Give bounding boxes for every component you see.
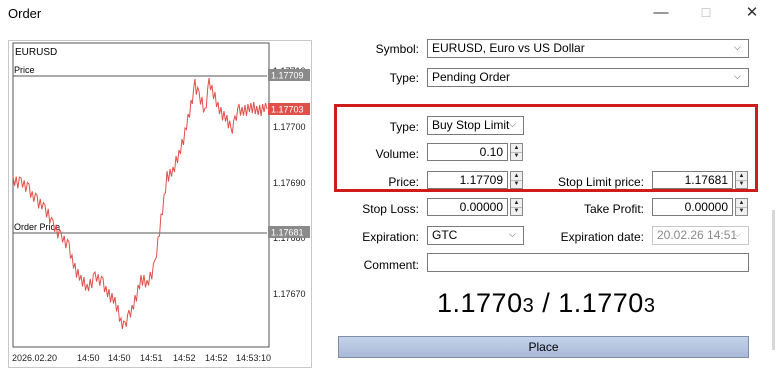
type-label: Type:	[389, 71, 419, 85]
price-label: Price:	[388, 175, 419, 189]
x-tick: 14:53:10	[236, 353, 271, 363]
chevron-down-icon: ⌵	[734, 229, 741, 239]
current-price-tag: 1.17703	[271, 105, 304, 115]
plot-frame	[12, 42, 270, 348]
price-series-line	[12, 77, 268, 330]
x-tick: 2026.02.20	[12, 353, 57, 363]
expiration-date-label: Expiration date:	[560, 230, 644, 244]
comment-input[interactable]	[427, 253, 749, 272]
price-stepper[interactable]: ▲ ▼	[510, 171, 523, 189]
expiration-label: Expiration:	[362, 230, 419, 244]
order-price-tag: 1.17681	[271, 228, 304, 238]
window-title: Order	[8, 6, 42, 21]
stop-limit-price-input[interactable]: 1.17681	[652, 171, 733, 189]
volume-label: Volume:	[375, 147, 419, 161]
symbol-select[interactable]: EURUSD, Euro vs US Dollar ⌵	[427, 39, 749, 58]
stepper-down-icon[interactable]: ▼	[511, 152, 522, 160]
expiration-date-value: 20.02.26 14:51	[657, 228, 738, 242]
chart-svg: EURUSD Price Order Price 1.17710 1.17700…	[12, 42, 310, 363]
y-tick: 1.17700	[273, 122, 306, 132]
price-input[interactable]: 1.17709	[427, 171, 508, 189]
x-tick: 14:52	[205, 353, 228, 363]
title-bar: Order — ☐ ✕	[0, 0, 776, 28]
place-button[interactable]: Place	[338, 336, 749, 358]
quote-separator: /	[534, 288, 559, 318]
take-profit-stepper[interactable]: ▲ ▼	[735, 198, 748, 216]
stop-limit-price-label: Stop Limit price:	[557, 175, 644, 189]
stepper-down-icon[interactable]: ▼	[736, 180, 747, 188]
expiration-select[interactable]: GTC ⌵	[427, 226, 524, 245]
stop-loss-label: Stop Loss:	[362, 202, 419, 216]
type-value: Pending Order	[432, 70, 511, 84]
stop-loss-stepper[interactable]: ▲ ▼	[510, 198, 523, 216]
price-chart: EURUSD Price Order Price 1.17710 1.17700…	[8, 40, 312, 368]
bid-price-pip: 3	[522, 295, 535, 317]
chart-symbol: EURUSD	[15, 47, 57, 58]
order-type-value: Buy Stop Limit	[432, 118, 510, 132]
x-tick: 14:50	[77, 353, 100, 363]
order-type-select[interactable]: Buy Stop Limit ⌵	[427, 116, 524, 135]
symbol-value: EURUSD, Euro vs US Dollar	[432, 41, 585, 55]
chevron-down-icon: ⌵	[734, 71, 741, 81]
scrollbar-edge	[772, 210, 775, 350]
volume-input[interactable]: 0.10	[427, 143, 508, 161]
stepper-down-icon[interactable]: ▼	[736, 207, 747, 215]
minimize-icon[interactable]: —	[647, 3, 675, 23]
chevron-down-icon: ⌵	[509, 229, 516, 239]
comment-label: Comment:	[363, 258, 419, 272]
maximize-icon[interactable]: ☐	[692, 3, 720, 23]
x-tick: 14:52	[173, 353, 196, 363]
take-profit-input[interactable]: 0.00000	[652, 198, 733, 216]
volume-stepper[interactable]: ▲ ▼	[510, 143, 523, 161]
order-type-label: Type:	[389, 120, 419, 134]
price-tag: 1.17709	[271, 71, 304, 81]
stepper-down-icon[interactable]: ▼	[511, 207, 522, 215]
close-icon[interactable]: ✕	[738, 3, 766, 23]
type-select[interactable]: Pending Order ⌵	[427, 68, 749, 87]
y-tick: 1.17690	[273, 178, 306, 188]
stop-limit-price-stepper[interactable]: ▲ ▼	[735, 171, 748, 189]
expiration-value: GTC	[432, 228, 458, 242]
expiration-date-select[interactable]: 20.02.26 14:51 ⌵	[652, 226, 749, 245]
ask-price: 1.1770	[558, 288, 644, 318]
chevron-down-icon: ⌵	[734, 42, 741, 52]
symbol-label: Symbol:	[375, 42, 419, 56]
stepper-down-icon[interactable]: ▼	[511, 180, 522, 188]
price-line-label: Price	[14, 65, 35, 75]
ask-price-pip: 3	[643, 295, 656, 317]
x-tick: 14:50	[108, 353, 131, 363]
chevron-down-icon: ⌵	[509, 119, 516, 129]
bid-price: 1.1770	[437, 288, 523, 318]
stop-loss-input[interactable]: 0.00000	[427, 198, 508, 216]
bid-ask-quote: 1.17703 / 1.17703	[437, 288, 655, 319]
x-tick: 14:51	[140, 353, 163, 363]
y-tick: 1.17670	[273, 289, 306, 299]
take-profit-label: Take Profit:	[583, 202, 644, 216]
